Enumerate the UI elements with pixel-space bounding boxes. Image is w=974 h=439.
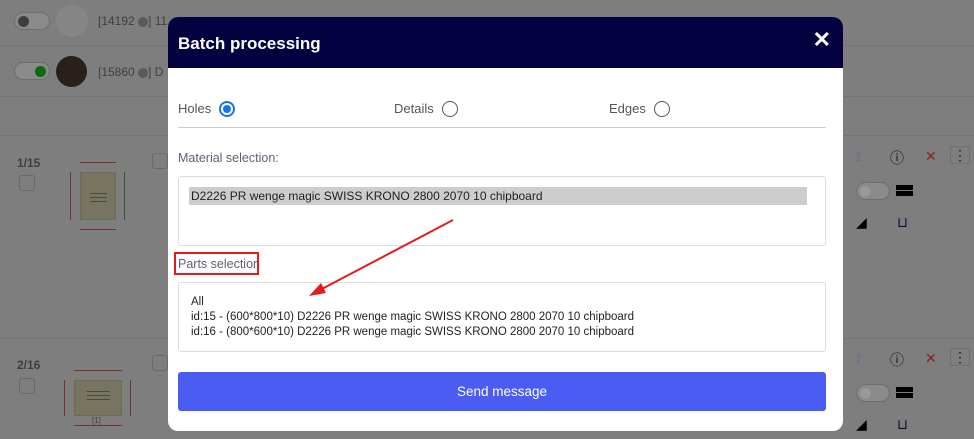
annotation-arrow xyxy=(309,219,454,296)
